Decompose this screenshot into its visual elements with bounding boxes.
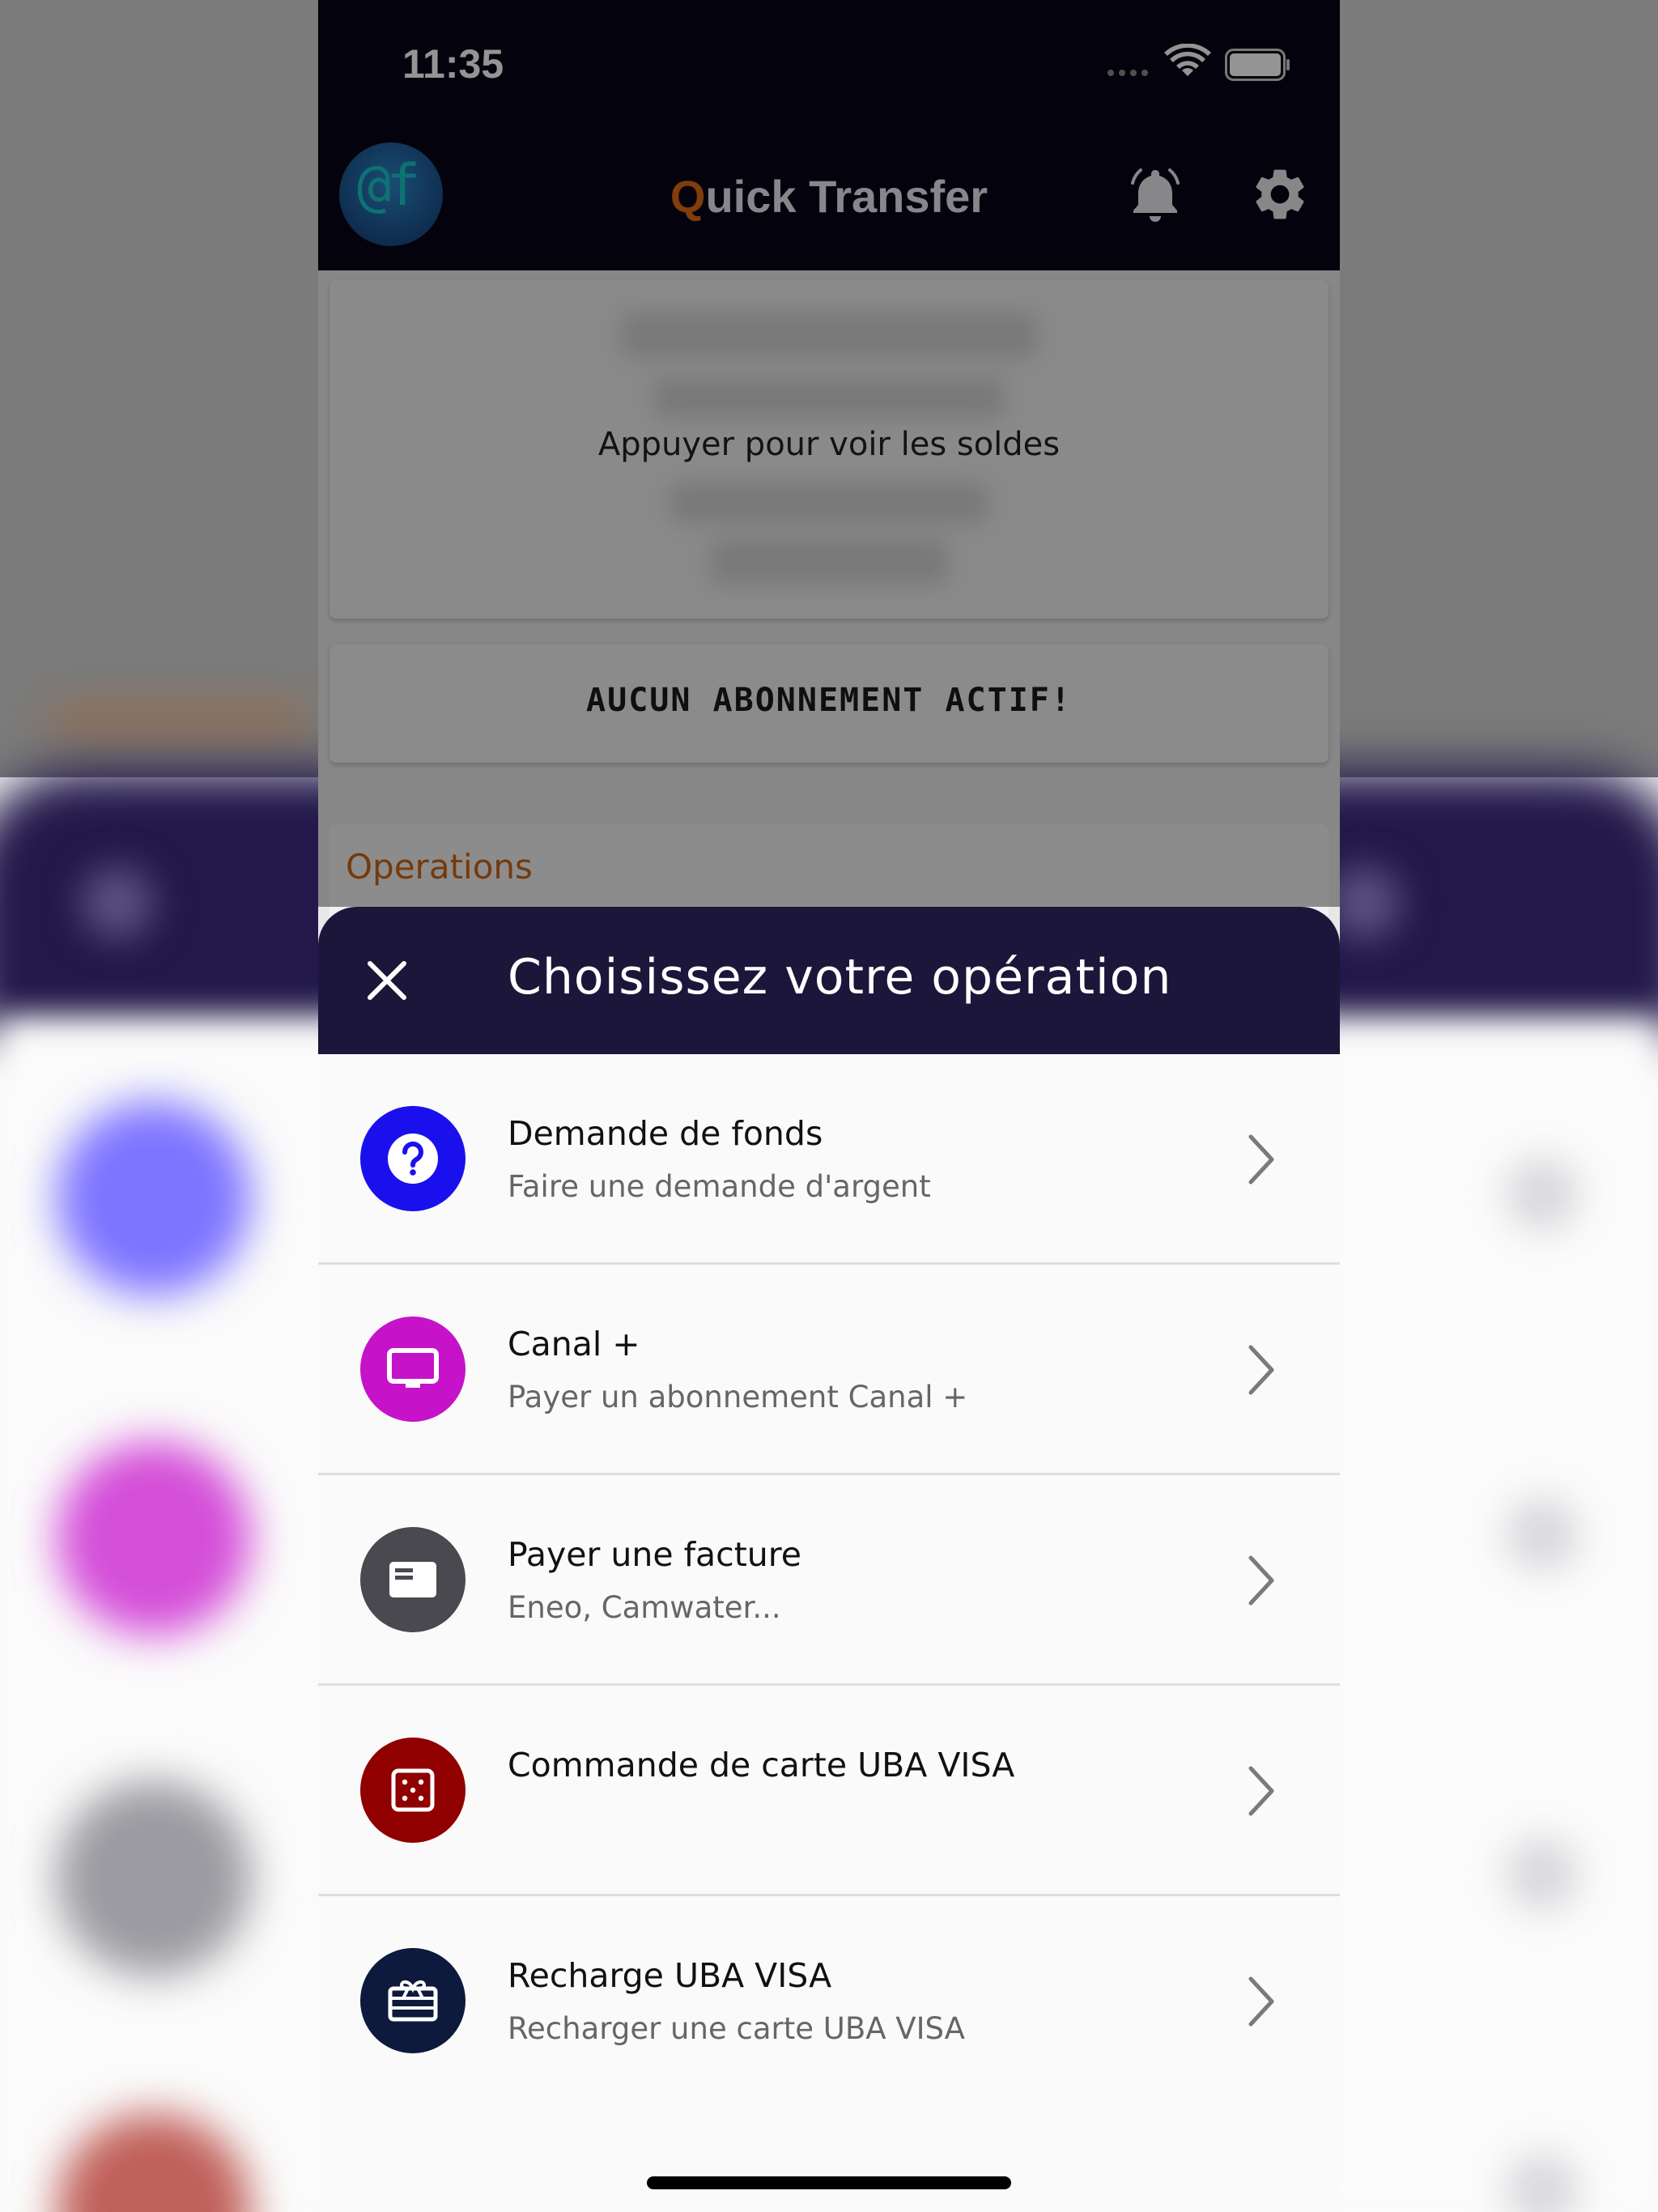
operation-title: Canal + [508, 1325, 640, 1363]
chevron-right-icon [1248, 1766, 1274, 1816]
chevron-right-icon [1248, 1555, 1274, 1606]
operation-bottom-sheet: Choisissez votre opération Demande de fo… [318, 907, 1340, 2212]
sheet-title: Choisissez votre opération [508, 949, 1172, 1006]
sheet-header: Choisissez votre opération [318, 907, 1340, 1054]
gift-card-icon [360, 1948, 466, 2053]
background-circle [57, 1101, 251, 1295]
background-orange-blur [49, 704, 308, 737]
modal-backdrop[interactable] [318, 0, 1340, 907]
dice-icon [360, 1738, 466, 1843]
operation-item-demande-de-fonds[interactable]: Demande de fonds Faire une demande d'arg… [318, 1054, 1340, 1265]
chevron-right-icon [1248, 1345, 1274, 1395]
operation-list: Demande de fonds Faire une demande d'arg… [318, 1054, 1340, 2104]
operation-subtitle: Eneo, Camwater... [508, 1590, 781, 1625]
phone-screen: 11:35 @f Quick Transfer Appuyer pour voi… [318, 0, 1340, 2212]
help-circle-icon [360, 1106, 466, 1211]
operation-subtitle: Payer un abonnement Canal + [508, 1380, 968, 1414]
operation-subtitle: Recharger une carte UBA VISA [508, 2011, 965, 2046]
chevron-right-icon [1248, 1134, 1274, 1185]
operation-item-canal-plus[interactable]: Canal + Payer un abonnement Canal + [318, 1265, 1340, 1475]
background-dot [1506, 1498, 1579, 1571]
background-circle [57, 1441, 251, 1636]
operation-item-commande-carte[interactable]: Commande de carte UBA VISA [318, 1686, 1340, 1896]
operation-item-payer-facture[interactable]: Payer une facture Eneo, Camwater... [318, 1475, 1340, 1686]
operation-item-recharge-visa[interactable]: Recharge UBA VISA Recharger une carte UB… [318, 1896, 1340, 2104]
background-dot [1506, 1158, 1579, 1231]
bill-card-icon [360, 1527, 466, 1632]
operation-title: Payer une facture [508, 1535, 801, 1574]
background-circle [57, 1781, 251, 1976]
background-dot [1506, 1838, 1579, 1911]
close-icon[interactable] [363, 957, 410, 1004]
operation-title: Demande de fonds [508, 1114, 823, 1153]
operation-title: Commande de carte UBA VISA [508, 1746, 1015, 1784]
background-band-dot [81, 866, 154, 939]
chevron-right-icon [1248, 1976, 1274, 2027]
operation-title: Recharge UBA VISA [508, 1956, 832, 1995]
tv-icon [360, 1317, 466, 1422]
operation-subtitle: Faire une demande d'argent [508, 1169, 931, 1204]
home-indicator[interactable] [647, 2176, 1011, 2189]
